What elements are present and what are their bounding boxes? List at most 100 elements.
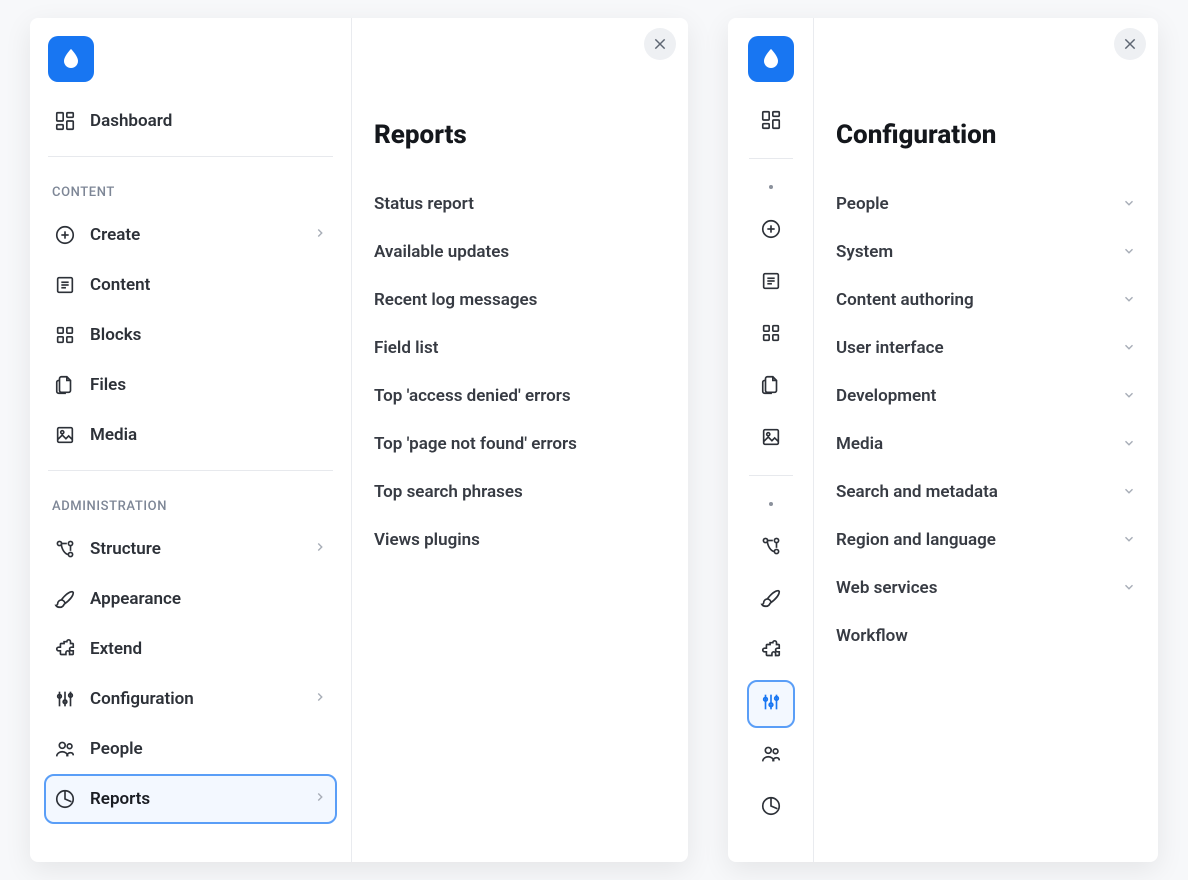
nav-item-label: Structure — [90, 539, 299, 559]
config-row[interactable]: User interface — [836, 324, 1136, 372]
close-button[interactable] — [644, 28, 676, 60]
text-icon — [760, 270, 782, 296]
chevron-down-icon — [1122, 387, 1136, 406]
sidebar-item-people[interactable]: People — [44, 724, 337, 774]
subpanel-configuration: Configuration PeopleSystemContent author… — [814, 18, 1158, 862]
brush-icon — [54, 588, 76, 610]
layout-expanded: Dashboard CONTENT Create Content Blocks Fil… — [30, 18, 688, 862]
structure-icon — [760, 535, 782, 561]
rail-item-configuration[interactable] — [747, 680, 795, 728]
close-icon — [1122, 36, 1138, 52]
report-link[interactable]: Available updates — [374, 228, 666, 276]
chevron-right-icon — [313, 789, 327, 809]
files-icon — [54, 374, 76, 396]
chevron-down-icon — [1122, 195, 1136, 214]
sidebar-item-structure[interactable]: Structure — [44, 524, 337, 574]
plus-circle-icon — [760, 218, 782, 244]
sidebar-item-configuration[interactable]: Configuration — [44, 674, 337, 724]
chevron-down-icon — [1122, 243, 1136, 262]
panel-title: Reports — [374, 120, 666, 150]
config-row[interactable]: Region and language — [836, 516, 1136, 564]
config-row[interactable]: Workflow — [836, 612, 1136, 660]
rail-item-create[interactable] — [747, 207, 795, 255]
rail-item-extend[interactable] — [747, 628, 795, 676]
image-icon — [760, 426, 782, 452]
close-button[interactable] — [1114, 28, 1146, 60]
rail-item-people[interactable] — [747, 732, 795, 780]
sliders-icon — [54, 688, 76, 710]
rail-item-reports[interactable] — [747, 784, 795, 832]
grid-icon — [760, 322, 782, 348]
config-row-label: Search and metadata — [836, 482, 998, 502]
sidebar-item-dashboard[interactable]: Dashboard — [44, 96, 337, 146]
brush-icon — [760, 587, 782, 613]
report-link[interactable]: Views plugins — [374, 516, 666, 564]
sidebar-rail — [728, 18, 814, 862]
report-link[interactable]: Top 'access denied' errors — [374, 372, 666, 420]
chevron-down-icon — [1122, 579, 1136, 598]
sliders-icon — [760, 691, 782, 717]
dashboard-icon — [54, 110, 76, 132]
sidebar-item-files[interactable]: Files — [44, 360, 337, 410]
config-row[interactable]: Search and metadata — [836, 468, 1136, 516]
people-icon — [760, 743, 782, 769]
rail-item-appearance[interactable] — [747, 576, 795, 624]
nav-item-label: Media — [90, 425, 327, 445]
report-link[interactable]: Recent log messages — [374, 276, 666, 324]
config-row-label: Region and language — [836, 530, 996, 550]
config-row[interactable]: People — [836, 180, 1136, 228]
app-logo[interactable] — [48, 36, 94, 82]
sidebar-dashboard-label: Dashboard — [90, 111, 327, 131]
config-row[interactable]: Development — [836, 372, 1136, 420]
rail-item-blocks[interactable] — [747, 311, 795, 359]
divider — [749, 158, 793, 159]
nav-item-label: Content — [90, 275, 327, 295]
report-link[interactable]: Top 'page not found' errors — [374, 420, 666, 468]
people-icon — [54, 738, 76, 760]
sidebar-item-media[interactable]: Media — [44, 410, 337, 460]
reports-links-list: Status reportAvailable updatesRecent log… — [374, 180, 666, 564]
report-link[interactable]: Status report — [374, 180, 666, 228]
sidebar-item-extend[interactable]: Extend — [44, 624, 337, 674]
config-row[interactable]: Content authoring — [836, 276, 1136, 324]
config-row[interactable]: System — [836, 228, 1136, 276]
sidebar-section-admin: Structure Appearance Extend Configuration Pe… — [44, 524, 337, 824]
config-row-label: Content authoring — [836, 290, 974, 310]
nav-item-label: Extend — [90, 639, 327, 659]
rail-item-content[interactable] — [747, 259, 795, 307]
sidebar-item-reports[interactable]: Reports — [44, 774, 337, 824]
section-label-content: CONTENT — [52, 185, 329, 200]
chart-icon — [760, 795, 782, 821]
chevron-right-icon — [313, 225, 327, 245]
sidebar-item-create[interactable]: Create — [44, 210, 337, 260]
drupal-drop-icon — [59, 47, 83, 71]
chevron-down-icon — [1122, 339, 1136, 358]
rail-item-structure[interactable] — [747, 524, 795, 572]
rail-item-files[interactable] — [747, 363, 795, 411]
app-logo[interactable] — [748, 36, 794, 82]
report-link[interactable]: Top search phrases — [374, 468, 666, 516]
nav-item-label: Reports — [90, 789, 299, 809]
config-row-label: User interface — [836, 338, 944, 358]
layout-collapsed: Configuration PeopleSystemContent author… — [728, 18, 1158, 862]
nav-item-label: People — [90, 739, 327, 759]
nav-item-label: Blocks — [90, 325, 327, 345]
chevron-down-icon — [1122, 291, 1136, 310]
chevron-right-icon — [313, 689, 327, 709]
sidebar-item-content[interactable]: Content — [44, 260, 337, 310]
chevron-down-icon — [1122, 483, 1136, 502]
config-rows-list: PeopleSystem Content authoring User interf… — [836, 180, 1136, 660]
config-row-label: Workflow — [836, 626, 908, 646]
nav-item-label: Appearance — [90, 589, 327, 609]
section-dot — [769, 185, 773, 189]
rail-item-media[interactable] — [747, 415, 795, 463]
divider — [48, 470, 333, 471]
sidebar-item-blocks[interactable]: Blocks — [44, 310, 337, 360]
sidebar-item-appearance[interactable]: Appearance — [44, 574, 337, 624]
rail-item-dashboard[interactable] — [747, 98, 795, 146]
grid-icon — [54, 324, 76, 346]
report-link[interactable]: Field list — [374, 324, 666, 372]
close-icon — [652, 36, 668, 52]
config-row[interactable]: Media — [836, 420, 1136, 468]
config-row[interactable]: Web services — [836, 564, 1136, 612]
